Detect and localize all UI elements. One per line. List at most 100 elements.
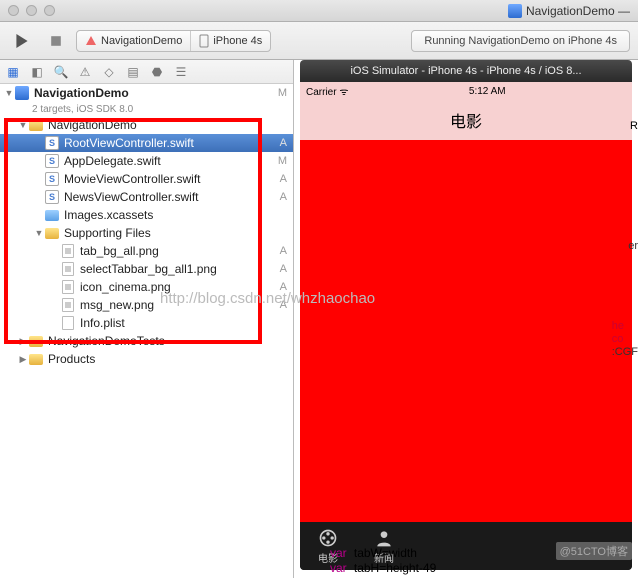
disclosure-icon[interactable]: ▶ — [18, 336, 28, 347]
file-icon — [44, 225, 60, 241]
test-navigator-tab[interactable]: ◇ — [100, 65, 118, 79]
item-label: tab_bg_all.png — [80, 244, 159, 258]
tree-item[interactable]: Images.xcassets — [0, 206, 293, 224]
file-icon — [60, 297, 76, 313]
file-icon — [60, 243, 76, 259]
file-icon: S — [44, 153, 60, 169]
scm-badge: A — [280, 191, 287, 203]
disclosure-icon[interactable]: ▼ — [4, 88, 14, 98]
disclosure-icon[interactable]: ▶ — [18, 354, 28, 365]
code-text: :CGF — [612, 346, 638, 358]
tree-item[interactable]: ▼ Supporting Files — [0, 224, 293, 242]
root-subtitle: 2 targets, iOS SDK 8.0 — [0, 102, 293, 116]
tree-item[interactable]: icon_cinema.pngA — [0, 278, 293, 296]
tree-item[interactable]: selectTabbar_bg_all1.png A — [0, 260, 293, 278]
code-text: Roc — [630, 120, 638, 132]
editor-area: iOS Simulator - iPhone 4s - iPhone 4s / … — [294, 60, 638, 578]
project-navigator-tab[interactable]: ▦ — [4, 65, 22, 79]
window-titlebar: NavigationDemo — — [0, 0, 638, 22]
scm-badge: A — [280, 299, 287, 311]
phone-statusbar: Carrier ᯤ 5:12 AM — [300, 82, 632, 100]
item-label: selectTabbar_bg_all1.png — [80, 262, 217, 276]
run-button[interactable] — [8, 29, 36, 53]
file-icon: S — [44, 171, 60, 187]
tree-item[interactable]: Info.plist — [0, 314, 293, 332]
tree-item[interactable]: ▶ NavigationDemoTests — [0, 332, 293, 350]
item-label: msg_new.png — [80, 298, 154, 312]
tree-item[interactable]: ▼NavigationDemo — [0, 116, 293, 134]
disclosure-icon[interactable]: ▼ — [18, 120, 28, 130]
item-label: NewsViewController.swift — [64, 190, 199, 204]
device-icon — [199, 34, 209, 48]
issue-navigator-tab[interactable]: ⚠ — [76, 65, 94, 79]
file-icon: S — [44, 135, 60, 151]
zoom-dot[interactable] — [44, 5, 55, 16]
find-navigator-tab[interactable]: 🔍 — [52, 65, 70, 79]
film-icon — [318, 528, 338, 548]
tree-root[interactable]: ▼ NavigationDemo M — [0, 84, 293, 102]
scm-badge: A — [280, 263, 287, 275]
item-label: Products — [48, 352, 95, 366]
tree-item[interactable]: S RootViewController.swift A — [0, 134, 293, 152]
root-name: NavigationDemo — [34, 87, 129, 99]
file-icon — [60, 261, 76, 277]
file-icon — [28, 351, 44, 367]
traffic-lights[interactable] — [8, 5, 55, 16]
report-navigator-tab[interactable]: ☰ — [172, 65, 190, 79]
phone-navbar: 电影 — [300, 100, 632, 140]
code-text: tabH=height-49 — [354, 561, 436, 575]
item-label: NavigationDemoTests — [48, 334, 165, 348]
file-icon — [28, 333, 44, 349]
navbar-title: 电影 — [450, 108, 482, 132]
breakpoint-navigator-tab[interactable]: ⬣ — [148, 65, 166, 79]
stop-button[interactable] — [42, 29, 70, 53]
tree-item[interactable]: msg_new.png A — [0, 296, 293, 314]
file-icon — [60, 279, 76, 295]
code-fragment-right: Roc — [630, 120, 638, 180]
tree-item[interactable]: tab_bg_all.png A — [0, 242, 293, 260]
simulator-screen[interactable]: Carrier ᯤ 5:12 AM 电影 电影 新闻 — [300, 82, 632, 570]
tree-item[interactable]: SMovieViewController.swiftA — [0, 170, 293, 188]
simulator-title: iOS Simulator - iPhone 4s - iPhone 4s / … — [350, 65, 581, 77]
navigator-tabs[interactable]: ▦ ◧ 🔍 ⚠ ◇ ▤ ⬣ ☰ — [0, 60, 293, 84]
project-icon — [14, 85, 30, 101]
item-label: RootViewController.swift — [64, 136, 194, 150]
scm-badge: A — [280, 281, 287, 293]
navigator-panel: ▦ ◧ 🔍 ⚠ ◇ ▤ ⬣ ☰ ▼ NavigationDemo M 2 tar… — [0, 60, 294, 578]
code-fragment: he co :CGF — [612, 320, 638, 359]
phone-content[interactable] — [300, 140, 632, 522]
simulator-titlebar[interactable]: iOS Simulator - iPhone 4s - iPhone 4s / … — [300, 60, 632, 82]
window-title-text: NavigationDemo — — [526, 4, 630, 18]
status-text: Running NavigationDemo on iPhone 4s — [424, 35, 617, 47]
item-label: Info.plist — [80, 316, 125, 330]
scheme-dest: iPhone 4s — [213, 35, 262, 47]
tree-item[interactable]: SNewsViewController.swiftA — [0, 188, 293, 206]
scm-badge: A — [280, 245, 287, 257]
item-label: Images.xcassets — [64, 208, 153, 222]
scm-badge: A — [280, 137, 287, 149]
activity-status: Running NavigationDemo on iPhone 4s — [411, 30, 630, 52]
scheme-app: NavigationDemo — [101, 35, 182, 47]
scheme-selector[interactable]: NavigationDemo iPhone 4s — [76, 30, 271, 52]
project-icon — [508, 4, 522, 18]
close-dot[interactable] — [8, 5, 19, 16]
debug-navigator-tab[interactable]: ▤ — [124, 65, 142, 79]
tree-item[interactable]: SAppDelegate.swiftM — [0, 152, 293, 170]
status-time: 5:12 AM — [469, 86, 506, 97]
disclosure-icon[interactable]: ▼ — [34, 228, 44, 238]
code-bottom: var tabW=width var tabH=height-49 — [330, 546, 436, 576]
file-icon — [60, 315, 76, 331]
project-tree[interactable]: ▼ NavigationDemo M 2 targets, iOS SDK 8.… — [0, 84, 293, 578]
code-text: he — [612, 320, 624, 332]
keyword: var — [330, 561, 347, 575]
wifi-icon: ᯤ — [339, 87, 348, 98]
code-text: er — [628, 240, 638, 252]
minimize-dot[interactable] — [26, 5, 37, 16]
toolbar: NavigationDemo iPhone 4s Running Navigat… — [0, 22, 638, 60]
scm-badge: M — [278, 87, 287, 99]
symbol-navigator-tab[interactable]: ◧ — [28, 65, 46, 79]
tree-item[interactable]: ▶ Products — [0, 350, 293, 368]
item-label: Supporting Files — [64, 226, 151, 240]
scm-badge: A — [280, 173, 287, 185]
scm-badge: M — [278, 155, 287, 167]
